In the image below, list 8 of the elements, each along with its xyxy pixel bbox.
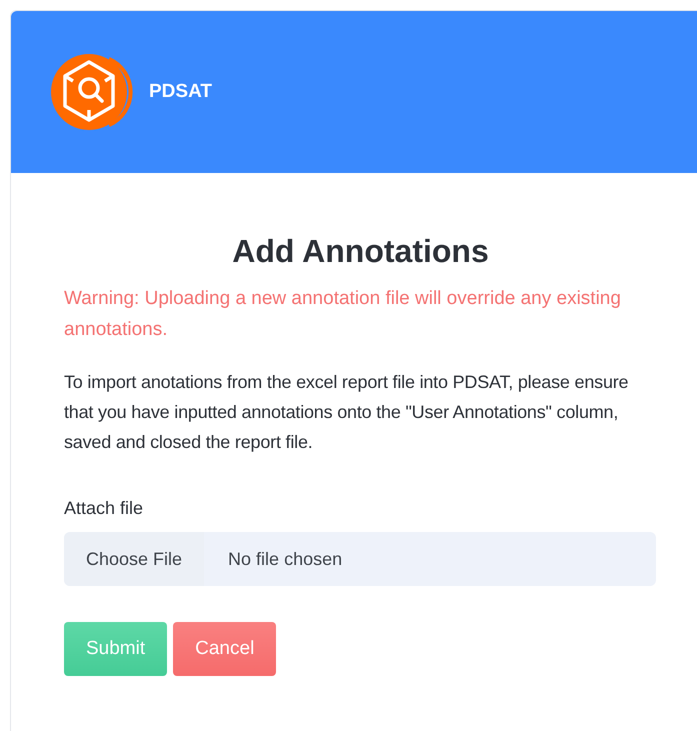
file-input[interactable]: Choose File No file chosen [64,532,656,586]
brand-name: PDSAT [149,80,212,104]
page-title: Add Annotations [231,232,490,271]
choose-file-button[interactable]: Choose File [64,532,204,586]
warning-message: Warning: Uploading a new annotation file will override any existing annotations. [64,287,622,342]
field-label: Attach file [64,497,144,520]
file-status: No file chosen [228,548,342,570]
instructions-text: To import anotations from the excel report file into PDSAT, please ensure that you have inputted annotations onto the "User Annotations" column, saved and closed the report file. [64,371,630,454]
